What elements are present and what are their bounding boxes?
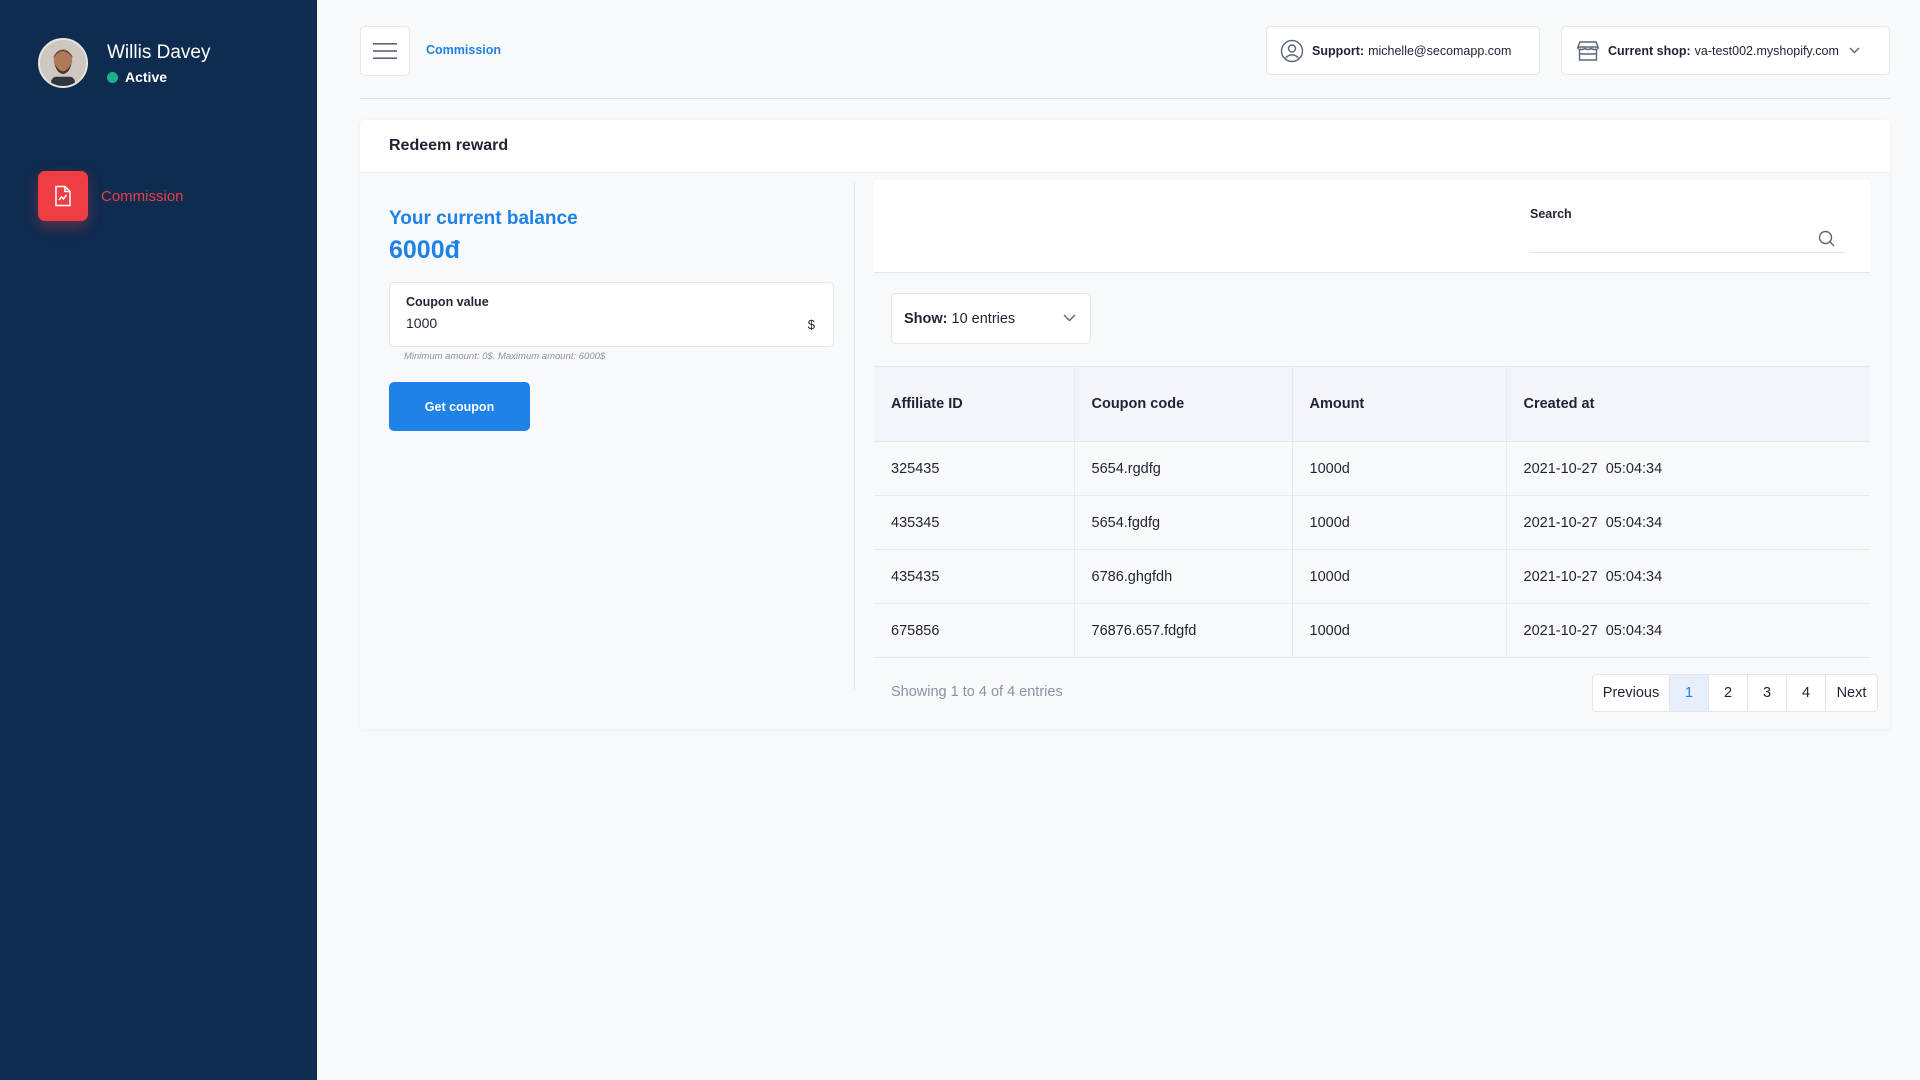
support-label: Support: (1312, 43, 1365, 58)
cell-affiliate-id: 435345 (874, 495, 1075, 550)
cell-created-at: 2021-10-27 05:04:34 (1506, 495, 1870, 550)
entries-per-page-select[interactable]: Show: 10 entries (891, 293, 1091, 344)
pagination-page-2[interactable]: 2 (1709, 675, 1748, 711)
cell-amount: 1000d (1292, 603, 1507, 658)
store-icon (1576, 40, 1600, 61)
cell-amount: 1000d (1292, 495, 1507, 550)
panel-divider (854, 182, 855, 690)
table-row: 675856 76876.657.fdgfd 1000d 2021-10-27 … (874, 603, 1870, 658)
shop-selector[interactable]: Current shop: va-test002.myshopify.com (1561, 26, 1890, 75)
avatar (38, 38, 88, 88)
user-name: Willis Davey (107, 42, 211, 63)
header-divider (360, 98, 1890, 99)
pagination-next-button[interactable]: Next (1826, 675, 1877, 711)
cell-created-at: 2021-10-27 05:04:34 (1506, 549, 1870, 604)
search-area: Search (874, 180, 1870, 273)
currency-unit: $ (807, 317, 815, 332)
status-label: Active (125, 69, 168, 85)
column-header-created-at[interactable]: Created at (1506, 366, 1870, 442)
balance-title: Your current balance (389, 208, 578, 229)
cell-coupon-code: 6786.ghgfdh (1074, 549, 1293, 604)
cell-coupon-code: 5654.fgdfg (1074, 495, 1293, 550)
cell-affiliate-id: 325435 (874, 441, 1075, 496)
cell-affiliate-id: 435435 (874, 549, 1075, 604)
coupon-value-input[interactable] (406, 315, 786, 331)
search-icon[interactable] (1818, 230, 1835, 247)
coupon-history-panel: Search Show: 10 entries Affiliate ID Cou… (874, 180, 1878, 720)
chevron-down-icon (1063, 314, 1076, 322)
cell-affiliate-id: 675856 (874, 603, 1075, 658)
card-header: Redeem reward (360, 120, 1890, 172)
balance-value: 6000đ (389, 236, 460, 264)
redeem-reward-card: Redeem reward Your current balance 6000đ… (360, 120, 1890, 729)
table-row: 325435 5654.rgdfg 1000d 2021-10-27 05:04… (874, 441, 1870, 496)
pagination-previous-button[interactable]: Previous (1593, 675, 1670, 711)
hamburger-icon (373, 43, 397, 59)
balance-panel: Your current balance 6000đ Coupon value … (360, 172, 854, 729)
cell-amount: 1000d (1292, 441, 1507, 496)
search-label: Search (1530, 207, 1572, 221)
breadcrumb[interactable]: Commission (426, 43, 501, 57)
coupon-value-label: Coupon value (406, 295, 489, 309)
pagination-page-1[interactable]: 1 (1670, 675, 1709, 711)
status-dot-icon (107, 71, 118, 83)
show-label: Show: (904, 310, 948, 327)
column-header-affiliate-id[interactable]: Affiliate ID (874, 366, 1075, 442)
pagination-page-3[interactable]: 3 (1748, 675, 1787, 711)
user-status: Active (107, 69, 210, 85)
user-profile: Willis Davey Active (38, 38, 210, 88)
cell-amount: 1000d (1292, 549, 1507, 604)
support-info: Support: michelle@secomapp.com (1266, 26, 1540, 75)
pagination-page-4[interactable]: 4 (1787, 675, 1826, 711)
table-row: 435345 5654.fgdfg 1000d 2021-10-27 05:04… (874, 495, 1870, 550)
get-coupon-button[interactable]: Get coupon (389, 382, 530, 431)
coupon-value-field: Coupon value $ (389, 282, 834, 347)
shop-label: Current shop: (1608, 43, 1691, 58)
sidebar-item-commission[interactable]: Commission (38, 171, 184, 221)
column-header-amount[interactable]: Amount (1292, 366, 1507, 442)
show-value: 10 entries (951, 310, 1016, 327)
coupon-amount-hint: Minimum amount: 0$. Maximum amount: 6000… (404, 351, 606, 362)
column-header-coupon-code[interactable]: Coupon code (1074, 366, 1293, 442)
document-chart-icon (38, 171, 88, 221)
sidebar: Willis Davey Active Commission (0, 0, 317, 1080)
coupon-table: Affiliate ID Coupon code Amount Created … (874, 366, 1870, 658)
avatar-image (40, 40, 86, 86)
search-input[interactable] (1530, 227, 1845, 253)
table-row: 435435 6786.ghgfdh 1000d 2021-10-27 05:0… (874, 549, 1870, 604)
cell-created-at: 2021-10-27 05:04:34 (1506, 441, 1870, 496)
chevron-down-icon (1849, 47, 1860, 54)
menu-toggle-button[interactable] (360, 26, 410, 76)
cell-coupon-code: 5654.rgdfg (1074, 441, 1293, 496)
card-title: Redeem reward (389, 137, 509, 154)
support-email: michelle@secomapp.com (1368, 43, 1512, 58)
cell-coupon-code: 76876.657.fdgfd (1074, 603, 1293, 658)
cell-created-at: 2021-10-27 05:04:34 (1506, 603, 1870, 658)
pagination: Previous 1 2 3 4 Next (1592, 674, 1878, 712)
entries-summary: Showing 1 to 4 of 4 entries (891, 684, 1063, 700)
shop-name: va-test002.myshopify.com (1694, 43, 1839, 58)
table-header-row: Affiliate ID Coupon code Amount Created … (874, 366, 1870, 442)
user-circle-icon (1280, 39, 1304, 62)
sidebar-item-label: Commission (101, 187, 184, 205)
